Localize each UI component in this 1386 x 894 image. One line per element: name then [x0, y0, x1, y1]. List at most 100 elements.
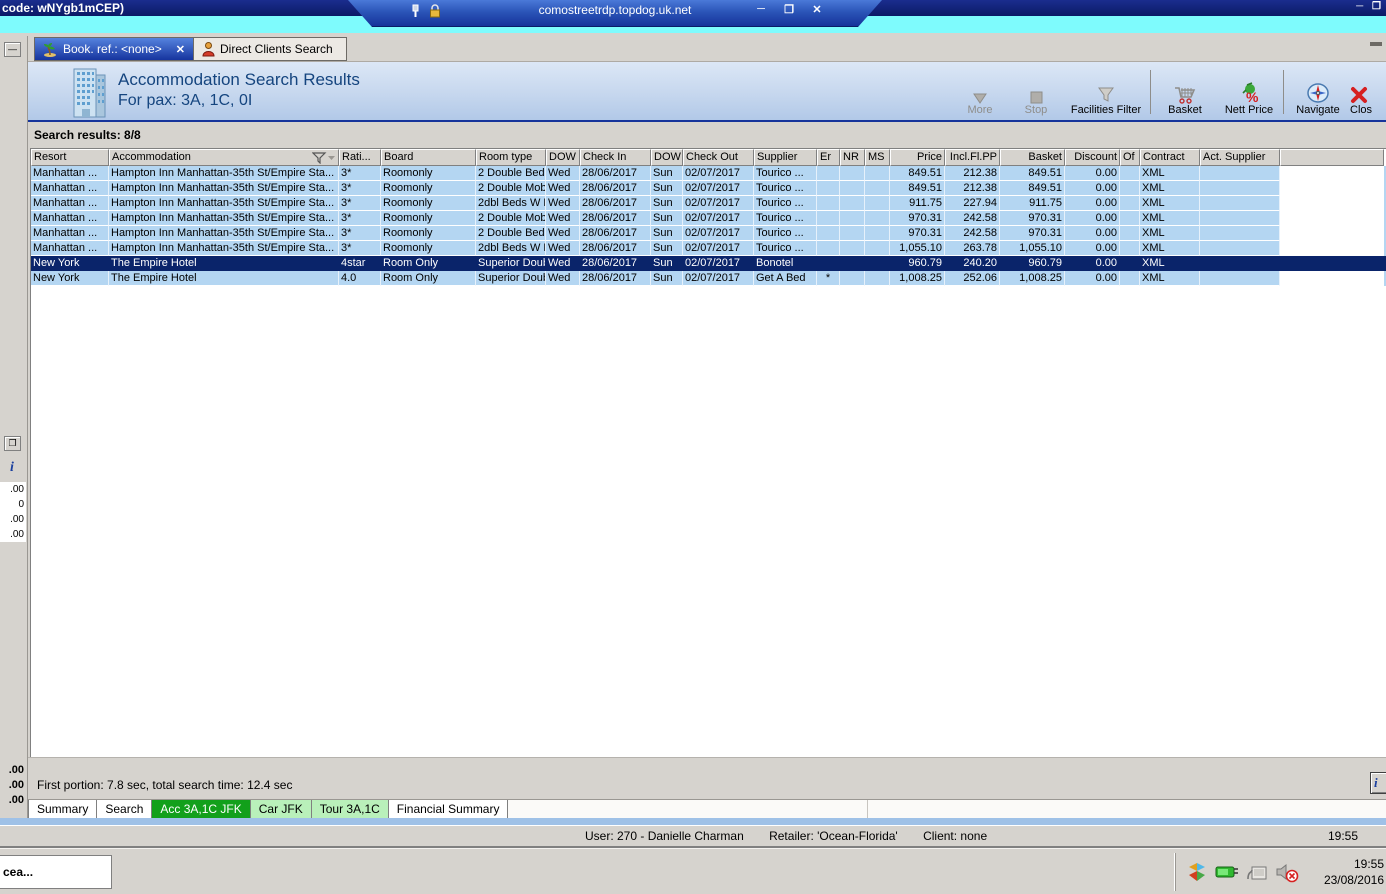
- nett-price-icon: %: [1217, 78, 1281, 104]
- close-button[interactable]: Clos: [1350, 78, 1386, 120]
- table-cell: Room Only: [381, 271, 476, 286]
- rdp-restore-button[interactable]: ❐: [782, 3, 796, 16]
- table-cell: Manhattan ...: [31, 196, 109, 211]
- tab-search[interactable]: Search: [97, 800, 152, 818]
- tab-direct-clients-search[interactable]: Direct Clients Search: [194, 37, 347, 61]
- column-header[interactable]: Resort: [31, 149, 109, 166]
- table-cell: 28/06/2017: [580, 226, 651, 241]
- table-cell: Wed: [546, 256, 580, 271]
- table-cell: [1120, 226, 1140, 241]
- tab-car-jfk[interactable]: Car JFK: [251, 800, 312, 818]
- column-header[interactable]: NR: [840, 149, 865, 166]
- navigate-button[interactable]: Navigate: [1286, 78, 1350, 120]
- rdp-minimize-button[interactable]: ─: [754, 3, 768, 16]
- antivirus-tray-icon[interactable]: [1186, 861, 1208, 883]
- column-header[interactable]: Discount: [1065, 149, 1120, 166]
- table-cell: [1200, 211, 1280, 226]
- window-corner-controls[interactable]: ─ ❐: [1356, 1, 1384, 12]
- table-cell: Sun: [651, 256, 683, 271]
- rdp-close-button[interactable]: ✕: [810, 3, 824, 16]
- column-header[interactable]: DOW: [546, 149, 580, 166]
- table-body: Manhattan ...Hampton Inn Manhattan-35th …: [31, 166, 1386, 286]
- column-header[interactable]: Supplier: [754, 149, 817, 166]
- panel-minimize-icon[interactable]: [1370, 42, 1382, 46]
- column-header[interactable]: DOW: [651, 149, 683, 166]
- table-cell: 3*: [339, 241, 381, 256]
- network-connection-tray-icon[interactable]: [1246, 861, 1268, 883]
- restore-panel-button[interactable]: ❐: [4, 436, 21, 451]
- table-cell: [865, 256, 890, 271]
- column-header[interactable]: Er: [817, 149, 840, 166]
- table-cell: XML: [1140, 181, 1200, 196]
- column-header[interactable]: Board: [381, 149, 476, 166]
- table-cell: Tourico ...: [754, 196, 817, 211]
- column-header-filler: [1280, 149, 1384, 166]
- tab-tour[interactable]: Tour 3A,1C: [312, 800, 389, 818]
- table-row[interactable]: Manhattan ...Hampton Inn Manhattan-35th …: [31, 166, 1386, 181]
- taskbar-app-button[interactable]: cea...: [0, 855, 112, 889]
- column-header[interactable]: Contract: [1140, 149, 1200, 166]
- table-cell: Hampton Inn Manhattan-35th St/Empire Sta…: [109, 226, 339, 241]
- table-row[interactable]: Manhattan ...Hampton Inn Manhattan-35th …: [31, 241, 1386, 256]
- table-cell: Roomonly: [381, 196, 476, 211]
- table-cell: 28/06/2017: [580, 211, 651, 226]
- table-cell: 4.0: [339, 271, 381, 286]
- table-cell: [865, 166, 890, 181]
- table-cell: Sun: [651, 211, 683, 226]
- table-cell: [865, 226, 890, 241]
- collapse-panel-button[interactable]: —: [4, 42, 21, 57]
- table-cell: XML: [1140, 211, 1200, 226]
- column-header[interactable]: Accommodation: [109, 149, 339, 166]
- column-header[interactable]: Act. Supplier: [1200, 149, 1280, 166]
- tab-summary[interactable]: Summary: [28, 800, 97, 818]
- table-cell: Wed: [546, 271, 580, 286]
- table-cell: Tourico ...: [754, 241, 817, 256]
- tab-close-icon[interactable]: ✕: [176, 43, 185, 56]
- column-header[interactable]: Check In: [580, 149, 651, 166]
- basket-button[interactable]: Basket: [1153, 78, 1217, 120]
- tab-acc-jfk[interactable]: Acc 3A,1C JFK: [152, 800, 250, 818]
- table-cell: 2 Double Beds ...: [476, 166, 546, 181]
- table-cell-filler: [1280, 256, 1384, 271]
- volume-muted-tray-icon[interactable]: [1275, 861, 1299, 883]
- tab-booking-ref[interactable]: Book. ref.: <none> ✕: [34, 37, 194, 61]
- table-row-selected[interactable]: New YorkThe Empire Hotel4starRoom OnlySu…: [31, 256, 1386, 271]
- table-row[interactable]: New YorkThe Empire Hotel4.0Room OnlySupe…: [31, 271, 1386, 286]
- column-header[interactable]: Basket: [1000, 149, 1065, 166]
- column-header[interactable]: Rati...: [339, 149, 381, 166]
- table-row[interactable]: Manhattan ...Hampton Inn Manhattan-35th …: [31, 211, 1386, 226]
- clock-time: 19:55: [1306, 856, 1384, 872]
- table-cell: Manhattan ...: [31, 241, 109, 256]
- column-header[interactable]: Price: [890, 149, 945, 166]
- table-row[interactable]: Manhattan ...Hampton Inn Manhattan-35th …: [31, 181, 1386, 196]
- basket-icon: [1153, 78, 1217, 104]
- tab-financial-summary[interactable]: Financial Summary: [389, 800, 509, 818]
- sidebar-totals: .00.00.00: [0, 763, 26, 808]
- taskbar-clock[interactable]: 19:55 23/08/2016: [1306, 856, 1384, 888]
- column-header[interactable]: Incl.Fl.PP: [945, 149, 1000, 166]
- column-header[interactable]: Of: [1120, 149, 1140, 166]
- sidebar-value: .00: [0, 482, 24, 497]
- table-cell: [840, 196, 865, 211]
- palm-tree-icon: [43, 42, 58, 57]
- table-row[interactable]: Manhattan ...Hampton Inn Manhattan-35th …: [31, 196, 1386, 211]
- table-cell: 849.51: [1000, 166, 1065, 181]
- info-button[interactable]: i: [1370, 772, 1386, 794]
- status-retailer: Retailer: 'Ocean-Florida': [769, 829, 898, 843]
- table-cell: [1200, 241, 1280, 256]
- table-cell: Sun: [651, 226, 683, 241]
- table-cell: [817, 226, 840, 241]
- facilities-filter-button[interactable]: Facilities Filter: [1064, 78, 1148, 120]
- nett-price-button[interactable]: % Nett Price: [1217, 78, 1281, 120]
- column-header[interactable]: Room type: [476, 149, 546, 166]
- network-card-tray-icon[interactable]: [1215, 862, 1239, 882]
- table-cell-filler: [1280, 166, 1384, 181]
- table-cell: Tourico ...: [754, 211, 817, 226]
- column-filter-icon[interactable]: [312, 151, 336, 166]
- table-cell: 263.78: [945, 241, 1000, 256]
- column-header[interactable]: Check Out: [683, 149, 754, 166]
- table-row[interactable]: Manhattan ...Hampton Inn Manhattan-35th …: [31, 226, 1386, 241]
- left-sidebar: — ❐ i .000.00.00 .00.00.00: [0, 36, 28, 818]
- table-cell: 212.38: [945, 166, 1000, 181]
- column-header[interactable]: MS: [865, 149, 890, 166]
